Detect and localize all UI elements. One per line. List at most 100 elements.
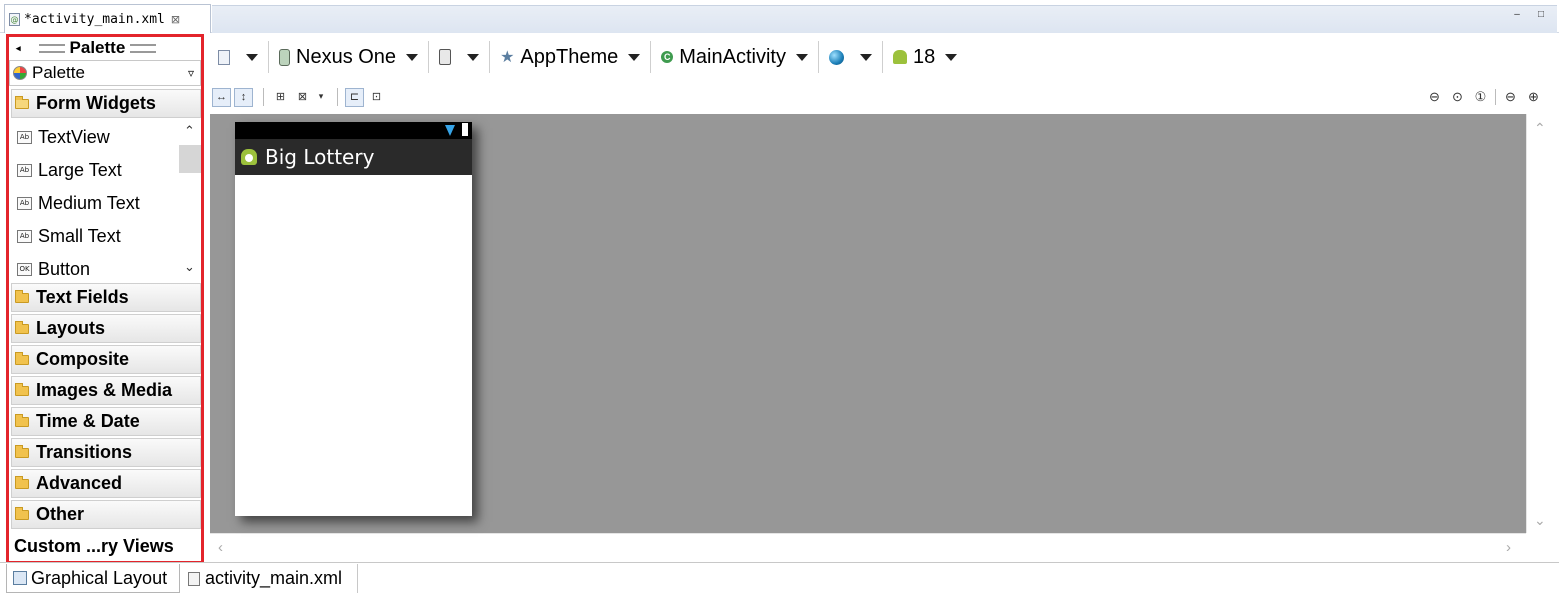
scrollbar-thumb[interactable] <box>179 145 201 173</box>
phone-icon <box>279 48 290 66</box>
category-label: Custom ...ry Views <box>14 535 174 556</box>
collapse-arrow-icon[interactable]: ◂ <box>16 43 21 54</box>
category-label: Time & Date <box>36 411 140 431</box>
widget-small-text[interactable]: Ab Small Text <box>17 223 121 249</box>
folder-icon <box>15 413 29 427</box>
chevron-down-icon: ▿ <box>187 66 194 80</box>
widget-textview[interactable]: Ab TextView <box>17 124 110 150</box>
editor-bottom-tabs: Graphical Layout activity_main.xml <box>0 562 1559 601</box>
category-label: Other <box>36 504 85 524</box>
widget-label: Medium Text <box>38 192 140 213</box>
fit-height-icon[interactable]: ↕ <box>234 87 253 107</box>
category-label: Text Fields <box>36 287 129 307</box>
category-form-widgets[interactable]: Form Widgets <box>11 89 201 118</box>
device-preview[interactable]: Big Lottery <box>235 122 472 516</box>
device-chooser[interactable]: Nexus One <box>273 40 424 74</box>
folder-icon <box>15 475 29 489</box>
eclipse-layout-editor: @ *activity_main.xml ⊠ – □ ◂ Palette Pal… <box>0 0 1559 601</box>
toolbar-separator <box>881 41 883 73</box>
widget-large-text[interactable]: Ab Large Text <box>17 157 122 183</box>
category-other[interactable]: Other <box>11 500 201 529</box>
folder-icon <box>15 320 29 334</box>
category-label: Layouts <box>36 318 106 338</box>
toolbar-separator <box>650 41 652 73</box>
chevron-down-icon <box>859 53 872 61</box>
widget-label: Large Text <box>38 159 122 180</box>
tab-xml-source[interactable]: activity_main.xml <box>182 564 358 593</box>
orientation-chooser[interactable] <box>433 40 485 74</box>
layout-actions-toolbar: ↔ ↕ ⊞ ⊠ ▾ ⊏ ⊡ <box>212 86 389 108</box>
chevron-down-icon <box>945 53 958 61</box>
drag-handle-icon <box>38 43 65 53</box>
palette-title: Palette <box>69 38 126 57</box>
widget-medium-text[interactable]: Ab Medium Text <box>17 190 140 216</box>
widget-label: TextView <box>38 126 110 147</box>
device-status-bar <box>235 122 472 139</box>
activity-chooser[interactable]: C MainActivity <box>655 40 814 74</box>
zoom-out-icon[interactable]: ⊖ <box>1502 88 1519 105</box>
canvas-vertical-scrollbar[interactable]: ⌃ ⌄ <box>1526 114 1553 533</box>
xml-file-icon: @ <box>9 12 20 26</box>
category-label: Transitions <box>36 442 133 462</box>
category-composite[interactable]: Composite <box>11 345 201 374</box>
folder-icon <box>15 506 29 520</box>
widget-button[interactable]: OK Button <box>17 256 90 282</box>
folder-icon <box>15 289 29 303</box>
category-time-date[interactable]: Time & Date <box>11 407 201 436</box>
canvas-horizontal-scrollbar[interactable]: ‹ › <box>210 533 1526 561</box>
folder-icon <box>15 351 29 365</box>
margins-icon[interactable]: ⊞ <box>271 88 290 107</box>
android-app-icon <box>241 149 257 165</box>
theme-chooser[interactable]: ★ AppTheme <box>494 40 646 74</box>
chevron-down-icon[interactable]: ▾ <box>315 88 327 107</box>
api-level-chooser[interactable]: 18 <box>887 40 963 74</box>
widget-list: Ab TextView Ab Large Text Ab Medium Text… <box>11 121 201 282</box>
distribute-icon[interactable]: ⊠ <box>293 88 312 107</box>
folder-open-icon <box>15 95 29 109</box>
wifi-icon <box>445 125 455 136</box>
scroll-up-icon[interactable]: ⌃ <box>184 123 195 139</box>
zoom-controls: ⊖ ⊙ ① ⊖ ⊕ <box>1420 88 1542 105</box>
scroll-left-icon[interactable]: ‹ <box>218 539 223 556</box>
category-label: Advanced <box>36 473 123 493</box>
drag-handle-icon <box>130 43 157 53</box>
fit-width-icon[interactable]: ↔ <box>212 87 231 107</box>
config-chooser[interactable] <box>212 40 264 74</box>
palette-header[interactable]: ◂ Palette <box>9 37 201 59</box>
widget-list-scrollbar[interactable]: ⌃ ⌄ <box>179 121 201 282</box>
button-widget-icon: OK <box>17 262 32 276</box>
tab-graphical-layout[interactable]: Graphical Layout <box>6 564 180 593</box>
editor-tab-activity-main[interactable]: @ *activity_main.xml ⊠ <box>4 4 211 33</box>
scroll-right-icon[interactable]: › <box>1506 539 1511 556</box>
text-widget-icon: Ab <box>17 196 32 210</box>
locale-chooser[interactable] <box>823 40 878 74</box>
toolbar-separator <box>1495 88 1496 105</box>
maximize-icon[interactable]: □ <box>1536 10 1546 20</box>
scroll-up-icon[interactable]: ⌃ <box>1534 120 1546 137</box>
category-layouts[interactable]: Layouts <box>11 314 201 343</box>
layout-left-icon[interactable]: ⊏ <box>345 87 364 107</box>
tab-label: Graphical Layout <box>31 567 168 588</box>
category-text-fields[interactable]: Text Fields <box>11 283 201 312</box>
tab-label: activity_main.xml <box>205 568 343 588</box>
zoom-actual-icon[interactable]: ⊙ <box>1449 88 1466 105</box>
scroll-down-icon[interactable]: ⌄ <box>1534 512 1546 529</box>
category-images-media[interactable]: Images & Media <box>11 376 201 405</box>
scroll-down-icon[interactable]: ⌄ <box>184 259 195 275</box>
layout-icon <box>13 571 27 585</box>
widget-label: Button <box>38 258 91 279</box>
category-custom-library-views[interactable]: Custom ...ry Views <box>11 531 201 561</box>
palette-mode-select[interactable]: Palette ▿ <box>9 60 201 86</box>
zoom-in-icon[interactable]: ⊕ <box>1525 88 1542 105</box>
chevron-down-icon <box>467 53 480 61</box>
category-label: Images & Media <box>36 380 173 400</box>
toolbar-separator <box>337 88 338 106</box>
zoom-100-icon[interactable]: ① <box>1472 88 1489 105</box>
toolbar-separator <box>489 41 491 73</box>
category-advanced[interactable]: Advanced <box>11 469 201 498</box>
layout-frame-icon[interactable]: ⊡ <box>367 88 386 107</box>
zoom-to-fit-icon[interactable]: ⊖ <box>1426 88 1443 105</box>
minimize-icon[interactable]: – <box>1512 10 1522 20</box>
category-transitions[interactable]: Transitions <box>11 438 201 467</box>
close-icon[interactable]: ⊠ <box>171 13 180 26</box>
